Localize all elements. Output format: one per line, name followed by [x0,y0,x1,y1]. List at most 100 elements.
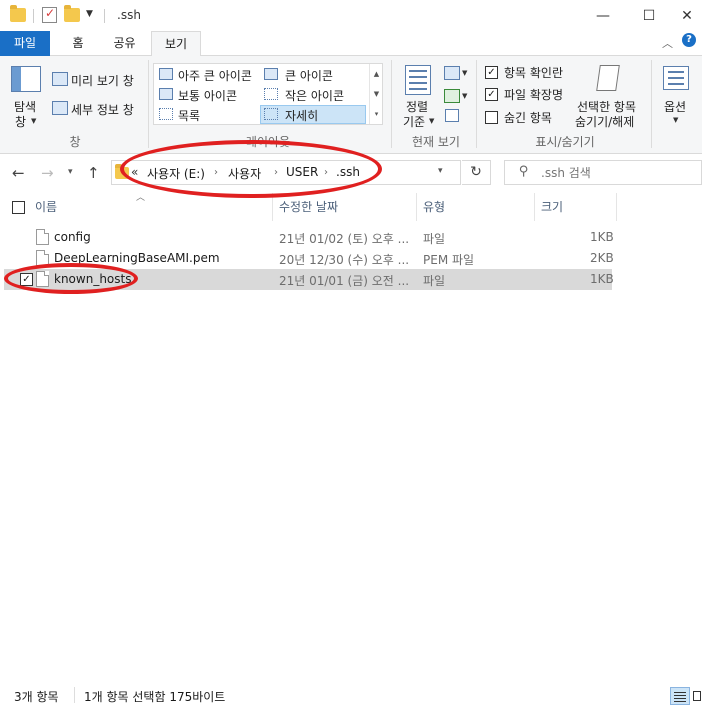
tab-home[interactable]: 홈 [58,31,98,56]
back-arrow-icon[interactable]: ← [12,164,25,182]
column-header-type[interactable]: 유형 [423,193,445,221]
medium-icons-icon [159,88,173,100]
table-row[interactable]: config 21년 01/02 (토) 오후 ... 파일 1KB [4,227,614,248]
customize-quick-access-icon[interactable]: ▼ [86,9,93,19]
breadcrumb-ssh[interactable]: .ssh [336,165,360,179]
title-bar: ✓ ▼ .ssh — ☐ ✕ [0,0,702,31]
file-size: 1KB [590,272,614,286]
tab-file[interactable]: 파일 [0,31,50,56]
chevron-down-icon[interactable]: ▼ [462,69,467,77]
preview-pane-button[interactable]: 미리 보기 창 [71,72,134,89]
hide-selected-icon [596,65,620,91]
layout-medium[interactable]: 보통 아이콘 [178,87,237,104]
properties-icon[interactable]: ✓ [42,6,57,23]
item-checkboxes-label[interactable]: 항목 확인란 [504,64,563,81]
tab-share[interactable]: 공유 [102,31,147,56]
column-header-name[interactable]: 이름 [35,193,57,221]
sort-by-label2[interactable]: 기준 [403,113,425,130]
file-size: 1KB [590,230,614,244]
table-row[interactable]: DeepLearningBaseAMI.pem 20년 12/30 (수) 오후 … [4,248,614,269]
chevron-right-icon[interactable]: › [324,167,328,178]
column-header-modified[interactable]: 수정한 날짜 [279,193,338,221]
file-type: 파일 [423,274,446,288]
group-label-current-view: 현재 보기 [412,135,460,149]
file-name[interactable]: config [54,230,91,244]
chevron-down-icon[interactable]: ▼ [429,117,434,125]
chevron-right-icon[interactable]: › [274,167,278,178]
details-view-icon[interactable] [670,687,690,705]
row-checkbox[interactable]: ✓ [20,273,33,286]
group-by-icon[interactable] [444,66,460,80]
divider[interactable] [534,193,535,221]
folder-icon [115,164,129,179]
ribbon-view: 탐색 창 ▼ 미리 보기 창 세부 정보 창 창 아주 큰 아이콘 큰 아이콘 … [0,56,702,154]
table-row[interactable]: ✓ known_hosts 21년 01/01 (금) 오전 ... 파일 1KB [4,269,614,290]
select-all-checkbox[interactable] [12,201,25,214]
divider[interactable] [616,193,617,221]
add-columns-icon[interactable] [444,89,460,103]
breadcrumb-drive[interactable]: 사용자 (E:) [147,165,205,182]
layout-small[interactable]: 작은 아이콘 [285,87,344,104]
hidden-items-label[interactable]: 숨긴 항목 [504,109,552,126]
layout-large[interactable]: 큰 아이콘 [285,67,333,84]
minimize-button[interactable]: — [580,0,626,31]
file-icon [36,229,49,245]
new-folder-icon[interactable] [64,5,80,22]
address-dropdown-icon[interactable]: ▾ [438,166,443,176]
search-input[interactable] [541,164,691,181]
column-header-size[interactable]: 크기 [541,193,563,221]
breadcrumb-user[interactable]: USER [286,165,318,179]
layout-scroll[interactable]: ▲ ▼ ▾ [369,64,383,124]
file-extensions-checkbox[interactable]: ✓ [485,88,498,101]
collapse-ribbon-icon[interactable]: ︿ [662,35,673,51]
group-label-pane: 창 [69,135,81,149]
path-overflow[interactable]: « [131,165,138,179]
options-button[interactable]: 옵션 [664,98,686,115]
hidden-items-checkbox[interactable] [485,111,498,124]
details-pane-icon [52,101,68,115]
window-title: .ssh [117,8,141,22]
hide-selected-label2[interactable]: 숨기기/해제 [575,113,634,130]
forward-arrow-icon[interactable]: → [41,164,54,182]
layout-list[interactable]: 목록 [178,107,200,124]
preview-pane-icon [52,72,68,86]
refresh-icon[interactable]: ↻ [462,160,491,185]
address-bar[interactable]: « 사용자 (E:) › 사용자 › USER › .ssh ▾ [111,160,461,185]
file-name[interactable]: known_hosts [54,272,131,286]
file-extensions-label[interactable]: 파일 확장명 [504,86,563,103]
file-icon [36,271,49,287]
file-name[interactable]: DeepLearningBaseAMI.pem [54,251,220,265]
size-columns-icon[interactable] [445,109,459,122]
maximize-button[interactable]: ☐ [626,0,672,31]
chevron-right-icon[interactable]: › [214,167,218,178]
navigation-bar: ← → ▾ ↑ « 사용자 (E:) › 사용자 › USER › .ssh ▾… [0,155,702,191]
layout-details[interactable]: 자세히 [285,107,318,124]
status-item-count: 3개 항목 [14,690,59,704]
divider [104,9,105,23]
chevron-down-icon[interactable]: ▼ [31,117,36,125]
navigation-pane-label2[interactable]: 창 [15,113,26,130]
file-size: 2KB [590,251,614,265]
divider[interactable] [416,193,417,221]
close-button[interactable]: ✕ [672,0,702,31]
large-icons-view-icon[interactable] [692,687,702,705]
chevron-down-icon[interactable]: ▼ [673,116,678,124]
help-icon[interactable]: ? [682,33,696,47]
small-icons-icon [264,88,278,100]
divider[interactable] [272,193,273,221]
breadcrumb-users[interactable]: 사용자 [228,165,261,182]
folder-icon[interactable] [10,5,26,22]
item-checkboxes-checkbox[interactable]: ✓ [485,66,498,79]
layout-extra-large[interactable]: 아주 큰 아이콘 [178,67,252,84]
divider [391,60,392,148]
search-box[interactable]: ⚲ [504,160,702,185]
divider [476,60,477,148]
status-selection: 1개 항목 선택함 175바이트 [84,690,226,704]
recent-locations-icon[interactable]: ▾ [68,167,73,177]
ribbon-tabs: 파일 홈 공유 보기 ︿ ? [0,31,702,57]
tab-view[interactable]: 보기 [151,31,201,57]
chevron-down-icon[interactable]: ▼ [462,92,467,100]
sort-by-icon [405,65,431,95]
up-arrow-icon[interactable]: ↑ [87,164,100,182]
details-pane-button[interactable]: 세부 정보 창 [71,101,134,118]
